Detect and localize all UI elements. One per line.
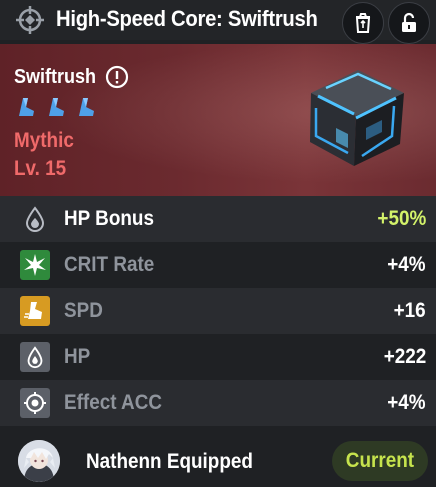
- level-label: Lv. 15: [14, 157, 67, 180]
- equipped-footer: Nathenn Equipped Current: [0, 432, 436, 487]
- burst-icon: [20, 250, 50, 280]
- current-label: Current: [345, 449, 415, 472]
- page-title: High-Speed Core: Swiftrush: [56, 6, 318, 31]
- current-button[interactable]: Current: [332, 441, 428, 481]
- crosshair-icon: [20, 388, 50, 418]
- unlocked-padlock-icon: [402, 12, 416, 32]
- stat-value: +4%: [387, 391, 426, 414]
- sub-stat-row: Effect ACC +4%: [0, 380, 436, 426]
- stat-name: HP: [64, 345, 91, 368]
- item-name: Swiftrush: [14, 66, 97, 88]
- core-cube-image: [310, 70, 404, 166]
- stat-value: +16: [393, 299, 426, 322]
- speed-boot-icon: [20, 296, 50, 326]
- sub-stat-row: CRIT Rate +4%: [0, 242, 436, 288]
- droplet-icon: [20, 204, 50, 234]
- lock-button[interactable]: [388, 2, 430, 44]
- sub-stat-row: SPD +16: [0, 288, 436, 334]
- stat-value: +4%: [387, 253, 426, 276]
- stat-name: SPD: [64, 299, 103, 322]
- target-reticle-icon: [16, 6, 44, 34]
- stat-value: +50%: [377, 207, 426, 230]
- stat-name: HP Bonus: [64, 207, 154, 230]
- sub-stat-row: HP +222: [0, 334, 436, 380]
- avatar[interactable]: [18, 440, 60, 482]
- exclamation-circle-icon[interactable]: [105, 65, 129, 89]
- set-icons: [14, 96, 98, 120]
- boot-icon: [19, 98, 34, 116]
- droplet-icon: [20, 342, 50, 372]
- recycle-trash-icon: [355, 13, 371, 33]
- header: High-Speed Core: Swiftrush: [0, 0, 436, 44]
- stat-value: +222: [383, 345, 426, 368]
- boot-icon: [79, 98, 94, 116]
- stat-name: CRIT Rate: [64, 253, 155, 276]
- rarity-label: Mythic: [14, 129, 74, 152]
- main-stat-row: HP Bonus +50%: [0, 196, 436, 242]
- stat-name: Effect ACC: [64, 391, 163, 414]
- equipped-label: Nathenn Equipped: [86, 450, 253, 473]
- item-banner: Swiftrush Mythic Lv. 15: [0, 44, 436, 196]
- recycle-button[interactable]: [342, 2, 384, 44]
- boot-icon: [49, 98, 64, 116]
